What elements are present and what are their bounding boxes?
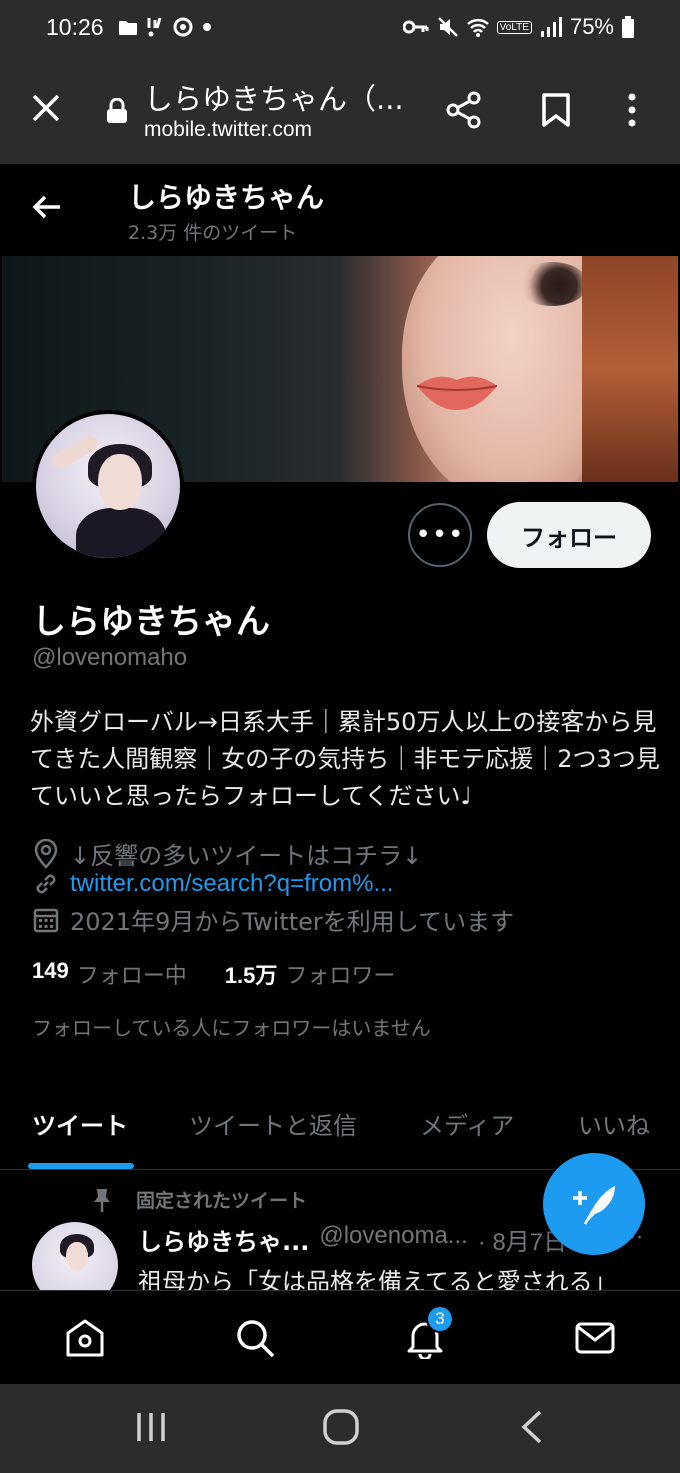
profile-joined: 2021年9月からTwitterを利用しています <box>70 908 515 936</box>
compose-feather-icon <box>573 1186 615 1225</box>
notification-badge: 3 <box>426 1305 454 1333</box>
bookmark-icon[interactable] <box>540 92 572 128</box>
header-title: しらゆきちゃん <box>128 181 325 214</box>
pinned-indicator: 固定されたツイート <box>90 1186 307 1213</box>
following-label[interactable]: フォロー中 <box>77 958 187 990</box>
location-row: ↓反響の多いツイートはコチラ↓ <box>32 836 422 871</box>
share-icon[interactable] <box>444 90 484 130</box>
banner-hair <box>582 256 678 482</box>
tab-tweets-replies[interactable]: ツイートと返信 <box>189 1106 357 1141</box>
signal-boost-icon <box>147 17 162 37</box>
profile-location: ↓反響の多いツイートはコチラ↓ <box>70 842 423 870</box>
link-icon <box>36 874 56 894</box>
close-icon[interactable] <box>26 88 66 128</box>
tweet-author-name[interactable]: しらゆきちゃ... <box>138 1222 309 1257</box>
pinned-label: 固定されたツイート <box>136 1190 308 1212</box>
tweet-author-handle: @lovenoma... <box>319 1222 468 1249</box>
back-arrow-icon[interactable] <box>30 192 64 222</box>
tweet-text[interactable]: 祖母から「女は品格を備えてると愛される」 <box>138 1262 638 1290</box>
profile-more-button[interactable]: ••• <box>408 503 472 567</box>
status-bar: 10:26 VoLTE 75% <box>0 0 680 58</box>
tweet-count: 2.3万 件のツイート <box>128 222 298 244</box>
profile-avatar[interactable] <box>32 410 184 562</box>
browser-page-title[interactable]: しらゆきちゃん（... <box>144 76 404 118</box>
tab-media[interactable]: メディア <box>420 1106 514 1141</box>
sync-icon <box>173 17 193 37</box>
pin-icon <box>94 1188 110 1212</box>
status-time: 10:26 <box>46 14 104 40</box>
browser-url[interactable]: mobile.twitter.com <box>144 118 312 142</box>
follow-counts: 149 フォロー中 1.5万 フォロワー <box>32 958 433 990</box>
calendar-icon <box>33 908 59 932</box>
back-chevron-icon[interactable] <box>518 1408 546 1446</box>
home-icon[interactable] <box>64 1317 106 1359</box>
network-badge: VoLTE <box>496 20 532 34</box>
following-count[interactable]: 149 <box>32 958 69 990</box>
mail-icon[interactable] <box>574 1317 616 1359</box>
profile-handle: @lovenomaho <box>32 644 188 671</box>
mutual-followers-note: フォローしている人にフォロワーはいません <box>32 1016 431 1040</box>
home-circle-icon[interactable] <box>322 1408 360 1446</box>
follow-button[interactable]: フォロー <box>487 502 651 568</box>
browser-toolbar: しらゆきちゃん（... mobile.twitter.com <box>0 58 680 164</box>
followers-label[interactable]: フォロワー <box>285 958 395 990</box>
active-tab-indicator <box>28 1163 134 1169</box>
profile-name: しらゆきちゃん <box>32 602 270 642</box>
wifi-icon <box>466 19 489 37</box>
battery-icon <box>622 16 634 38</box>
android-navigation-bar <box>0 1384 680 1473</box>
bottom-navigation: 3 <box>0 1290 680 1384</box>
tab-likes[interactable]: いいね <box>578 1106 650 1141</box>
lock-icon <box>107 98 127 123</box>
folder-icon <box>119 21 137 35</box>
compose-tweet-button[interactable] <box>543 1153 645 1255</box>
tab-tweets[interactable]: ツイート <box>32 1106 128 1141</box>
banner-eye <box>516 262 588 306</box>
followers-count[interactable]: 1.5万 <box>225 958 278 990</box>
battery-percent: 75% <box>569 14 614 39</box>
joined-row: 2021年9月からTwitterを利用しています <box>32 902 514 937</box>
link-row: twitter.com/search?q=from%... <box>32 870 393 898</box>
profile-link[interactable]: twitter.com/search?q=from%... <box>70 870 393 898</box>
location-pin-icon <box>34 838 58 869</box>
profile-bio: 外資グローバル→日系大手｜累計50万人以上の接客から見てきた人間観察｜女の子の気… <box>30 708 660 810</box>
banner-lips <box>416 376 498 411</box>
search-icon[interactable] <box>234 1317 276 1359</box>
profile-header: しらゆきちゃん 2.3万 件のツイート <box>0 164 680 256</box>
tweet-header: しらゆきちゃ... @lovenoma... · 8月7日 <box>138 1222 567 1257</box>
dot-icon <box>203 23 211 31</box>
signal-icon <box>540 17 562 37</box>
key-icon <box>402 20 429 34</box>
recents-icon[interactable] <box>134 1410 168 1444</box>
more-vertical-icon[interactable] <box>626 92 638 128</box>
mute-icon <box>437 17 458 37</box>
